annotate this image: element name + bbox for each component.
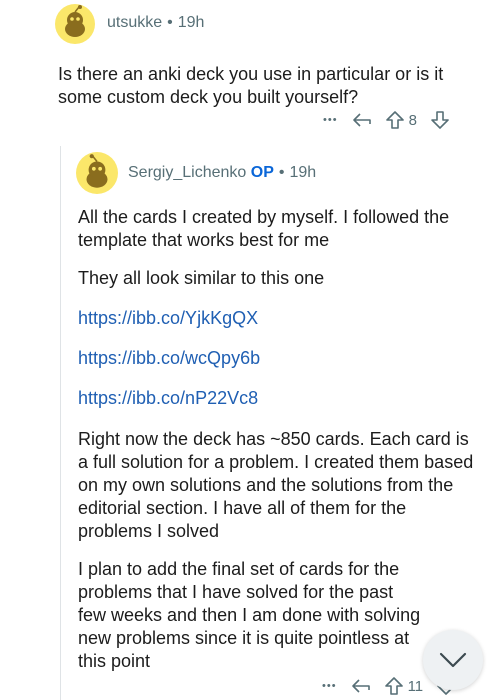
upvote-icon	[384, 677, 403, 695]
scroll-down-button[interactable]	[423, 630, 483, 690]
more-options-button[interactable]: •••	[322, 680, 337, 692]
username[interactable]: utsukke	[107, 14, 162, 31]
vote-count: 11	[407, 677, 424, 695]
reply-icon	[352, 113, 371, 127]
comment-body: Is there an anki deck you use in particu…	[58, 64, 444, 107]
upvote-button[interactable]: 11	[384, 676, 424, 696]
downvote-icon	[431, 111, 449, 129]
username[interactable]: Sergiy_Lichenko	[128, 164, 246, 181]
link[interactable]: https://ibb.co/wcQpy6b	[78, 347, 260, 370]
comment-meta: utsukke • 19h	[107, 14, 204, 32]
comment-paragraph: They all look similar to this one	[78, 268, 325, 288]
avatar[interactable]	[76, 152, 118, 194]
timestamp: 19h	[289, 164, 317, 181]
comment-paragraph: I plan to add the final set of cards for…	[78, 559, 421, 671]
upvote-icon	[385, 111, 404, 129]
snoo-avatar-icon	[65, 5, 85, 37]
thread-line[interactable]	[60, 146, 61, 700]
separator-dot: •	[278, 164, 285, 181]
reply-button[interactable]	[352, 111, 372, 129]
comment-meta: Sergiy_Lichenko OP • 19h	[128, 164, 316, 182]
upvote-button[interactable]: 8	[385, 110, 417, 130]
chevron-down-icon	[439, 652, 467, 668]
comment-paragraph: Right now the deck has ~850 cards. Each …	[78, 429, 474, 541]
reply-button[interactable]	[351, 677, 371, 695]
vote-count: 8	[408, 111, 417, 129]
comment-paragraph: All the cards I created by myself. I fol…	[78, 207, 450, 250]
avatar[interactable]	[55, 4, 95, 44]
more-options-button[interactable]: •••	[323, 114, 338, 126]
comment-actions: ••• 8	[323, 110, 449, 130]
link[interactable]: https://ibb.co/YjkKgQX	[78, 307, 258, 330]
separator-dot: •	[167, 14, 173, 31]
downvote-button[interactable]	[431, 110, 449, 130]
link[interactable]: https://ibb.co/nP22Vc8	[78, 387, 258, 410]
timestamp: 19h	[177, 14, 205, 31]
snoo-avatar-icon	[86, 154, 108, 188]
reply-icon	[351, 679, 370, 693]
op-badge: OP	[250, 164, 274, 181]
